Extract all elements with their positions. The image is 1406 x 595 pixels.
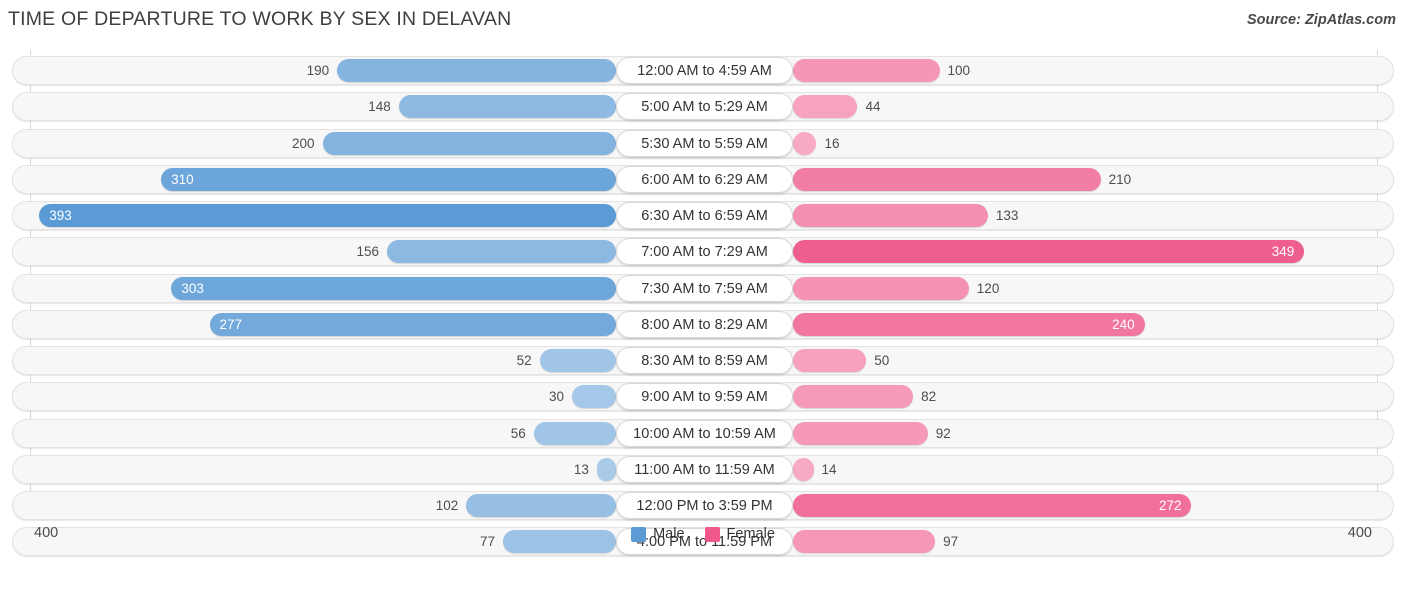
category-label[interactable]: 8:00 AM to 8:29 AM (616, 310, 793, 338)
page-title: TIME OF DEPARTURE TO WORK BY SEX IN DELA… (8, 8, 512, 30)
bar-male[interactable] (161, 167, 616, 191)
table-row[interactable]: 303 120 7:30 AM to 7:59 AM (12, 273, 1394, 303)
bar-female[interactable] (793, 204, 988, 227)
category-label[interactable]: 5:30 AM to 5:59 AM (616, 129, 793, 157)
bar-value-female: 272 (1158, 498, 1182, 513)
chart-header: TIME OF DEPARTURE TO WORK BY SEX IN DELA… (0, 0, 1406, 42)
bar-value-male: 148 (368, 99, 391, 115)
bar-value-female: 349 (1271, 244, 1295, 260)
bar-female[interactable] (793, 349, 867, 372)
category-label[interactable]: 12:00 AM to 4:59 AM (616, 57, 793, 84)
category-label[interactable]: 7:30 AM to 7:59 AM (616, 274, 793, 302)
table-row[interactable]: 393 133 6:30 AM to 6:59 AM (12, 201, 1394, 230)
bar-value-male: 13 (573, 461, 589, 477)
table-row[interactable]: 200 16 5:30 AM to 5:59 AM (12, 128, 1394, 158)
bar-female[interactable] (793, 131, 817, 155)
chart-legend: Male Female (0, 526, 1406, 542)
bar-male[interactable] (571, 385, 616, 409)
bar-value-male: 190 (306, 63, 330, 78)
bar-value-male: 156 (356, 244, 380, 260)
bar-value-female: 14 (821, 461, 837, 477)
bar-value-male: 303 (181, 280, 204, 296)
category-label[interactable]: 10:00 AM to 10:59 AM (616, 419, 793, 447)
legend-swatch-icon (631, 526, 647, 542)
category-label[interactable]: 8:30 AM to 8:59 AM (616, 347, 793, 374)
category-label[interactable]: 7:00 AM to 7:29 AM (616, 238, 793, 266)
bar-value-female: 82 (921, 389, 937, 405)
bar-male[interactable] (209, 312, 616, 336)
table-row[interactable]: 56 92 10:00 AM to 10:59 AM (12, 418, 1394, 448)
category-label[interactable]: 11:00 AM to 11:59 AM (616, 455, 793, 483)
table-row[interactable]: 156 349 7:00 AM to 7:29 AM (12, 237, 1394, 267)
bar-male[interactable] (466, 494, 616, 517)
bar-male[interactable] (398, 95, 616, 119)
bar-male[interactable] (533, 421, 616, 445)
bar-female[interactable] (793, 312, 1145, 336)
bar-value-female: 50 (874, 353, 890, 368)
bar-value-female: 133 (995, 208, 1019, 223)
legend-item-female[interactable]: Female (704, 526, 775, 542)
source-label: Source: ZipAtlas.com (1246, 12, 1396, 28)
bar-value-male: 200 (291, 135, 315, 151)
bar-value-female: 16 (824, 135, 840, 151)
bar-value-female: 44 (865, 99, 881, 115)
legend-swatch-icon (704, 526, 720, 542)
bar-female[interactable] (793, 59, 940, 82)
category-label[interactable]: 12:00 PM to 3:59 PM (616, 492, 793, 519)
bar-value-male: 30 (548, 389, 564, 405)
bar-male[interactable] (39, 204, 616, 227)
bar-value-male: 102 (435, 498, 459, 513)
bar-value-female: 240 (1112, 316, 1135, 332)
bar-value-female: 100 (947, 63, 971, 78)
bar-value-male: 310 (171, 171, 194, 187)
bar-value-male: 56 (510, 425, 526, 441)
table-row[interactable]: 310 210 6:00 AM to 6:29 AM (12, 164, 1394, 194)
bar-male[interactable] (171, 276, 616, 300)
chart-page: TIME OF DEPARTURE TO WORK BY SEX IN DELA… (0, 0, 1406, 595)
legend-label: Male (653, 526, 685, 542)
table-row[interactable]: 52 50 8:30 AM to 8:59 AM (12, 346, 1394, 375)
bar-female[interactable] (793, 494, 1192, 517)
bar-male[interactable] (322, 131, 616, 155)
table-row[interactable]: 30 82 9:00 AM to 9:59 AM (12, 382, 1394, 412)
chart-plot-area: 190 100 12:00 AM to 4:59 AM 148 44 5:00 AM to… (0, 50, 1406, 557)
category-label[interactable]: 6:30 AM to 6:59 AM (616, 202, 793, 229)
table-row[interactable]: 148 44 5:00 AM to 5:29 AM (12, 92, 1394, 122)
table-row[interactable]: 102 272 12:00 PM to 3:59 PM (12, 491, 1394, 520)
bar-female[interactable] (793, 167, 1101, 191)
table-row[interactable]: 190 100 12:00 AM to 4:59 AM (12, 56, 1394, 85)
table-row[interactable]: 13 14 11:00 AM to 11:59 AM (12, 454, 1394, 484)
bar-male[interactable] (596, 457, 616, 481)
bar-value-male: 393 (49, 208, 72, 223)
bar-female[interactable] (793, 95, 858, 119)
bar-value-female: 210 (1108, 171, 1132, 187)
bar-female[interactable] (793, 385, 914, 409)
bar-value-female: 120 (976, 280, 1000, 296)
legend-label: Female (726, 526, 775, 542)
category-label[interactable]: 9:00 AM to 9:59 AM (616, 383, 793, 411)
category-label[interactable]: 5:00 AM to 5:29 AM (616, 93, 793, 121)
bar-value-male: 277 (219, 316, 243, 332)
table-row[interactable]: 277 240 8:00 AM to 8:29 AM (12, 309, 1394, 339)
bar-female[interactable] (793, 421, 928, 445)
bar-value-male: 52 (516, 353, 532, 368)
bar-female[interactable] (793, 240, 1305, 264)
category-label[interactable]: 6:00 AM to 6:29 AM (616, 165, 793, 193)
bar-female[interactable] (793, 276, 969, 300)
bar-male[interactable] (337, 59, 616, 82)
legend-item-male[interactable]: Male (631, 526, 685, 542)
bar-value-female: 92 (935, 425, 951, 441)
bar-female[interactable] (793, 457, 814, 481)
bar-male[interactable] (539, 349, 616, 372)
bar-male[interactable] (387, 240, 616, 264)
